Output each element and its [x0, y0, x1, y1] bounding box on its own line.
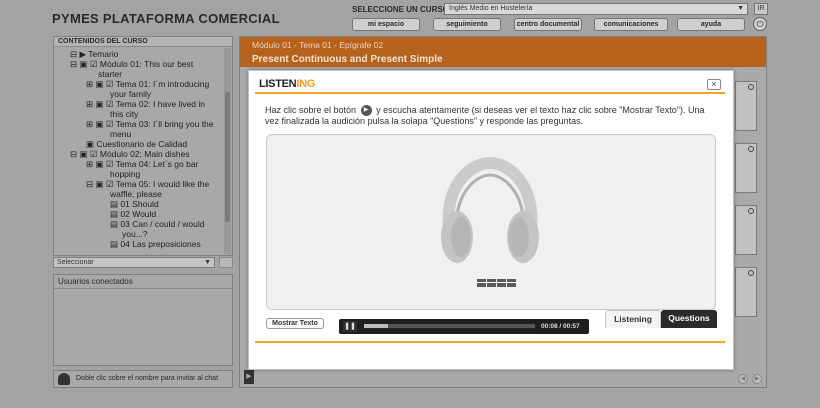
listening-modal: LISTENING × Haz clic sobre el botón ▶ y … — [248, 70, 734, 370]
tree-node[interactable]: ▤ 02 Would — [58, 209, 228, 219]
audio-player: ❚❚ 00:08 / 00:57 — [339, 319, 589, 334]
radio-icon — [748, 146, 754, 152]
loader-bar — [477, 279, 486, 287]
section-go-button[interactable] — [219, 257, 233, 268]
tree-node[interactable]: ▣ Cuestionario de Calidad — [58, 139, 228, 149]
course-label: SELECCIONE UN CURSO: — [352, 5, 452, 14]
nav-seguimiento-button[interactable]: seguimiento — [433, 18, 501, 31]
expand-panel-icon[interactable]: ▶ — [244, 370, 254, 384]
radio-icon — [748, 208, 754, 214]
audio-progress-track[interactable] — [363, 323, 536, 329]
breadcrumb: Módulo 01 - Tema 01 - Epígrafe 02 — [252, 40, 384, 50]
tree-node[interactable]: ▤ 01 Should — [58, 199, 228, 209]
close-button[interactable]: × — [707, 79, 721, 90]
tree-node[interactable]: ⊞ ▣ ☑ Tema 04: Let´s go bar — [58, 159, 228, 169]
tree-node[interactable]: ▤ 04 Las preposiciones — [58, 239, 228, 249]
resource-thumbnail[interactable] — [735, 267, 757, 317]
prev-page-icon[interactable]: ◀ — [738, 374, 748, 384]
audio-display-area — [266, 134, 716, 310]
loader-bar — [507, 279, 516, 287]
logo-part-b: ING — [296, 78, 315, 90]
tree-node[interactable]: ⊞ ▣ ☑ Tema 01: I´m introducing — [58, 79, 228, 89]
instructions: Haz clic sobre el botón ▶ y escucha aten… — [265, 105, 719, 127]
power-icon[interactable]: ⏻ — [753, 17, 767, 31]
lesson-title: Present Continuous and Present Simple — [252, 54, 443, 65]
logo-part-a: LISTEN — [259, 78, 297, 90]
tree-node-wrap: starter — [98, 69, 123, 79]
tree-node[interactable]: ⊞ ▣ ☑ Tema 03: I´ll bring you the — [58, 119, 228, 129]
go-button[interactable]: IR — [754, 3, 768, 15]
chevron-down-icon: ▼ — [204, 259, 211, 266]
section-select-value: Seleccionar — [57, 259, 94, 266]
connected-users-header: Usuarios conectados — [54, 275, 232, 289]
tree-node-wrap: your family — [110, 89, 152, 99]
resource-thumbnail[interactable] — [735, 143, 757, 193]
loading-indicator — [477, 279, 517, 289]
tree-node[interactable]: ⊟ ▶ Temario — [58, 49, 228, 59]
pause-icon[interactable]: ❚❚ — [343, 321, 357, 332]
tree-node-wrap: waffle, please — [110, 189, 162, 199]
course-contents-panel: CONTENIDOS DEL CURSO ⊟ ▶ Temario ⊟ ▣ ☑ M… — [53, 36, 233, 256]
nav-centro-documental-button[interactable]: centro documental — [514, 18, 582, 31]
chevron-down-icon: ▼ — [737, 5, 744, 12]
connected-users-panel: Usuarios conectados — [53, 274, 233, 366]
tree-node-wrap: menu — [110, 129, 132, 139]
headphones-icon — [441, 156, 539, 263]
lesson-header: Módulo 01 - Tema 01 - Epígrafe 02 Presen… — [240, 37, 766, 67]
tree-node[interactable]: ⊞ ▣ ☑ Tema 02: I have lived in — [58, 99, 228, 109]
next-page-icon[interactable]: ▶ — [752, 374, 762, 384]
nav-mi-espacio-button[interactable]: mi espacio — [352, 18, 420, 31]
modal-header: LISTENING × — [255, 78, 725, 94]
tab-listening[interactable]: Listening — [605, 310, 661, 328]
loader-bar — [497, 279, 506, 287]
nav-comunicaciones-button[interactable]: comunicaciones — [594, 18, 668, 31]
instructions-before: Haz clic sobre el botón — [265, 105, 357, 115]
resource-thumbnail[interactable] — [735, 205, 757, 255]
tree-scrollbar[interactable] — [224, 48, 231, 254]
resource-thumbnail[interactable] — [735, 81, 757, 131]
tree-node-wrap: you...? — [122, 229, 148, 239]
show-text-button[interactable]: Mostrar Texto — [266, 318, 324, 329]
loader-bar — [487, 279, 496, 287]
course-tree: ⊟ ▶ Temario ⊟ ▣ ☑ Módulo 01: This our be… — [54, 47, 232, 251]
tree-node[interactable]: ▤ 03 Can / could / would — [58, 219, 228, 229]
tree-node-wrap: hopping — [110, 169, 141, 179]
listening-logo: LISTENING — [259, 78, 315, 90]
audio-time: 00:08 / 00:57 — [541, 323, 580, 330]
app-title: PYMES PLATAFORMA COMERCIAL — [52, 11, 280, 26]
tree-node[interactable]: ⊟ ▣ ☑ Módulo 02: Main dishes — [58, 149, 228, 159]
modal-footer-line — [255, 341, 725, 343]
tree-node[interactable]: ⊟ ▣ ☑ Módulo 01: This our best — [58, 59, 228, 69]
chat-hint: Doble clic sobre el nombre para invitar … — [53, 370, 233, 388]
course-contents-header: CONTENIDOS DEL CURSO — [54, 37, 232, 47]
radio-icon — [748, 84, 754, 90]
scrollbar-thumb[interactable] — [225, 92, 230, 222]
nav-ayuda-button[interactable]: ayuda — [677, 18, 745, 31]
audio-progress-fill — [364, 324, 388, 328]
play-icon: ▶ — [360, 105, 372, 117]
section-select[interactable]: Seleccionar ▼ — [53, 257, 215, 268]
course-select[interactable]: Inglés Medio en Hostelería ▼ — [444, 3, 748, 15]
chat-hint-text: Doble clic sobre el nombre para invitar … — [76, 375, 219, 382]
tree-node[interactable]: ⊟ ▣ ☑ Tema 05: I would like the — [58, 179, 228, 189]
tree-node-wrap: this city — [110, 109, 139, 119]
user-icon — [58, 373, 70, 385]
tab-questions[interactable]: Questions — [661, 310, 717, 328]
radio-icon — [748, 270, 754, 276]
course-select-value: Inglés Medio en Hostelería — [449, 5, 533, 12]
